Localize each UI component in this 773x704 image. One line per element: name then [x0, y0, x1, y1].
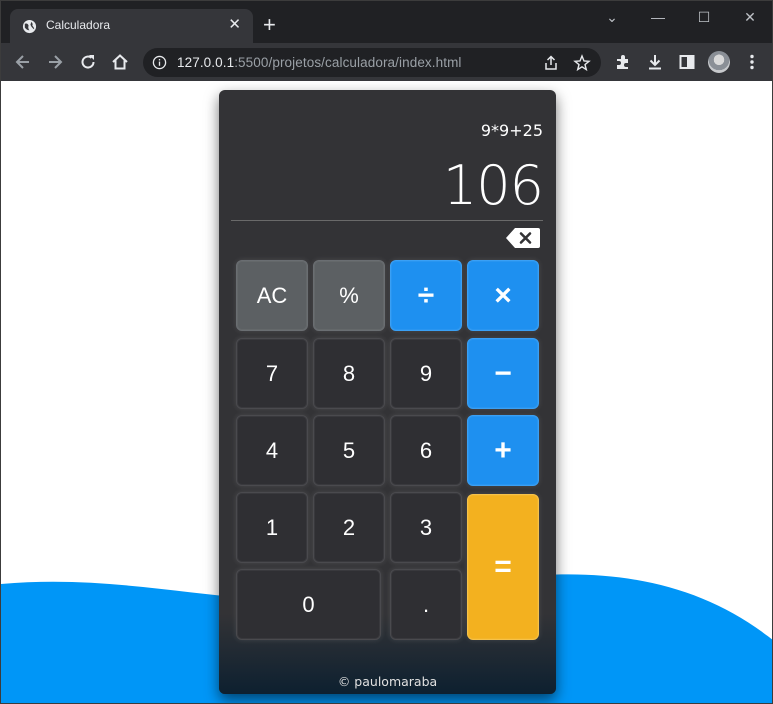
nine-button[interactable]: 9 [390, 338, 462, 409]
two-button[interactable]: 2 [313, 492, 385, 563]
browser-window: Calculadora ✕ + ⌄ — ☐ ✕ 127.0.0.1:5500/p… [0, 0, 773, 704]
plus-button[interactable]: + [467, 415, 539, 486]
share-icon[interactable] [542, 54, 560, 72]
multiply-button[interactable]: × [467, 260, 539, 331]
info-icon[interactable] [152, 55, 167, 70]
address-bar[interactable]: 127.0.0.1:5500/projetos/calculadora/inde… [143, 48, 601, 77]
tab-close-icon[interactable]: ✕ [228, 17, 241, 33]
profile-avatar[interactable] [708, 51, 730, 73]
star-icon[interactable] [573, 54, 591, 72]
result-display: 106 [442, 154, 544, 217]
url-host: 127.0.0.1 [177, 55, 235, 70]
three-button[interactable]: 3 [390, 492, 462, 563]
reload-icon[interactable] [78, 52, 98, 72]
side-panel-icon[interactable] [677, 52, 697, 72]
extensions-icon[interactable] [613, 52, 633, 72]
url-text: 127.0.0.1:5500/projetos/calculadora/inde… [177, 55, 462, 70]
maximize-icon[interactable]: ☐ [694, 7, 714, 27]
page-content: 9*9+25 106 AC % ÷ × 7 8 9 − 4 5 6 + 1 2 [1, 81, 772, 703]
seven-button[interactable]: 7 [236, 338, 308, 409]
tab-search-icon[interactable]: ⌄ [602, 7, 622, 27]
four-button[interactable]: 4 [236, 415, 308, 486]
title-bar: Calculadora ✕ + ⌄ — ☐ ✕ [1, 1, 772, 43]
globe-icon [22, 19, 37, 34]
back-icon[interactable] [13, 52, 33, 72]
one-button[interactable]: 1 [236, 492, 308, 563]
eight-button[interactable]: 8 [313, 338, 385, 409]
display-divider [231, 220, 543, 221]
minimize-icon[interactable]: — [648, 7, 668, 27]
url-path: :5500/projetos/calculadora/index.html [234, 55, 462, 70]
divide-button[interactable]: ÷ [390, 260, 462, 331]
percent-button[interactable]: % [313, 260, 385, 331]
zero-button[interactable]: 0 [236, 569, 381, 640]
window-close-icon[interactable]: ✕ [740, 7, 760, 27]
minus-button[interactable]: − [467, 338, 539, 409]
forward-icon[interactable] [45, 52, 65, 72]
calculator: 9*9+25 106 AC % ÷ × 7 8 9 − 4 5 6 + 1 2 [219, 90, 556, 694]
footer-credit: © paulomaraba [337, 674, 438, 689]
expression-display: 9*9+25 [480, 121, 543, 140]
backspace-icon[interactable] [505, 227, 541, 249]
six-button[interactable]: 6 [390, 415, 462, 486]
menu-icon[interactable] [742, 52, 762, 72]
download-icon[interactable] [645, 52, 665, 72]
dot-button[interactable]: . [390, 569, 462, 640]
tab-calculadora[interactable]: Calculadora ✕ [10, 9, 253, 43]
tab-title: Calculadora [46, 18, 111, 32]
browser-toolbar: 127.0.0.1:5500/projetos/calculadora/inde… [1, 43, 772, 81]
ac-button[interactable]: AC [236, 260, 308, 331]
new-tab-button[interactable]: + [263, 14, 276, 36]
home-icon[interactable] [110, 52, 130, 72]
five-button[interactable]: 5 [313, 415, 385, 486]
equals-button[interactable]: = [467, 494, 539, 640]
